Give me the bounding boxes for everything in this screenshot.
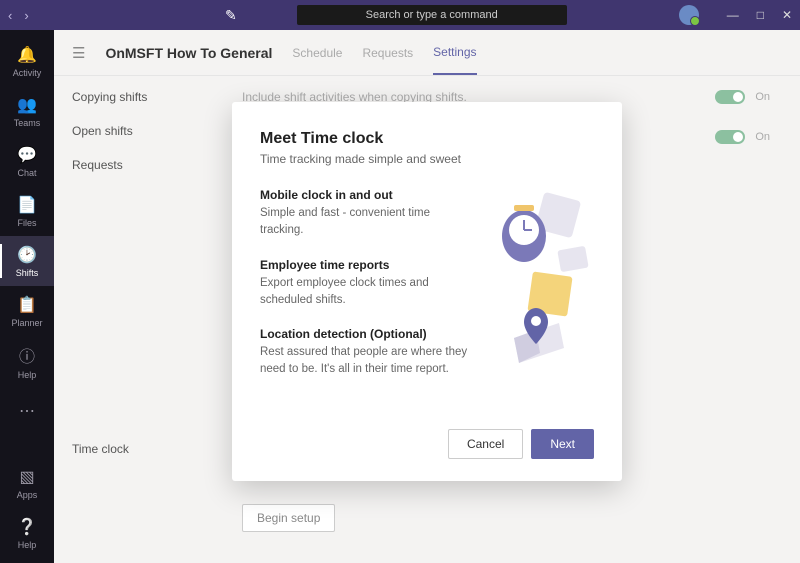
rail-planner[interactable]: 📋 Planner (0, 286, 54, 336)
begin-setup-button[interactable]: Begin setup (242, 504, 335, 532)
rail-help2[interactable]: ❔ Help (0, 513, 54, 563)
rail-label: Activity (13, 68, 42, 78)
toggle-copy-shifts[interactable] (715, 90, 745, 104)
modal-subtitle: Time tracking made simple and sweet (260, 152, 594, 166)
sidenav-open-shifts[interactable]: Open shifts (72, 124, 212, 138)
rail-label: Apps (17, 490, 38, 500)
rail-more[interactable]: ⋯ (0, 386, 54, 436)
rail-chat[interactable]: 💬 Chat (0, 136, 54, 186)
sidenav-requests[interactable]: Requests (72, 158, 212, 172)
rail-shifts[interactable]: 🕑 Shifts (0, 236, 54, 286)
settings-side-nav: Copying shifts Open shifts Requests Time… (54, 90, 212, 563)
next-button[interactable]: Next (531, 429, 594, 459)
tab-schedule[interactable]: Schedule (292, 32, 342, 74)
modal-illustration (484, 188, 594, 358)
planner-icon: 📋 (17, 295, 37, 315)
modal-section-title: Location detection (Optional) (260, 327, 468, 341)
modal-section-body: Export employee clock times and schedule… (260, 275, 468, 310)
modal-section-body: Rest assured that people are where they … (260, 344, 468, 379)
modal-section-body: Simple and fast - convenient time tracki… (260, 205, 468, 240)
modal-title: Meet Time clock (260, 130, 594, 148)
toggle-state: On (755, 131, 770, 143)
rail-files[interactable]: 📄 Files (0, 186, 54, 236)
rail-help[interactable]: ⓘ Help (0, 336, 54, 386)
teams-icon: 👥 (17, 95, 37, 115)
nav-forward-icon[interactable]: › (24, 8, 28, 23)
cancel-button[interactable]: Cancel (448, 429, 523, 459)
shifts-icon: 🕑 (17, 245, 37, 265)
rail-teams[interactable]: 👥 Teams (0, 86, 54, 136)
rail-activity[interactable]: 🔔 Activity (0, 36, 54, 86)
bell-icon: 🔔 (17, 45, 37, 65)
compose-icon[interactable]: ✎ (225, 7, 237, 24)
more-icon: ⋯ (19, 401, 35, 421)
window-minimize-icon[interactable]: — (727, 8, 739, 22)
files-icon: 📄 (17, 195, 37, 215)
rail-label: Chat (17, 168, 36, 178)
help-icon: ⓘ (19, 343, 35, 367)
avatar[interactable] (679, 5, 699, 25)
rail-label: Files (17, 218, 36, 228)
sidenav-copying-shifts[interactable]: Copying shifts (72, 90, 212, 104)
rail-label: Teams (14, 118, 41, 128)
rail-label: Shifts (16, 268, 39, 278)
page-header: ☰ OnMSFT How To General Schedule Request… (54, 30, 800, 76)
rail-apps[interactable]: ▧ Apps (0, 463, 54, 513)
chat-icon: 💬 (17, 145, 37, 165)
rail-label: Help (18, 540, 37, 550)
modal-section-title: Employee time reports (260, 258, 468, 272)
rail-label: Planner (11, 318, 42, 328)
titlebar: ‹ › ✎ Search or type a command — □ ✕ (0, 0, 800, 30)
nav-back-icon[interactable]: ‹ (8, 8, 12, 23)
rail-label: Help (18, 370, 37, 380)
toggle-state: On (755, 91, 770, 103)
app-rail: 🔔 Activity 👥 Teams 💬 Chat 📄 Files 🕑 Shifts 📋 P… (0, 30, 54, 563)
window-maximize-icon[interactable]: □ (757, 8, 764, 22)
tab-requests[interactable]: Requests (362, 32, 413, 74)
modal-section-title: Mobile clock in and out (260, 188, 468, 202)
apps-icon: ▧ (19, 467, 34, 487)
tab-settings[interactable]: Settings (433, 31, 476, 75)
time-clock-modal: Meet Time clock Time tracking made simpl… (232, 102, 622, 481)
page-title: OnMSFT How To General (105, 45, 272, 61)
help2-icon: ❔ (17, 517, 37, 537)
hamburger-icon[interactable]: ☰ (72, 44, 85, 62)
sidenav-time-clock[interactable]: Time clock (72, 442, 212, 456)
search-input[interactable]: Search or type a command (297, 5, 567, 25)
window-close-icon[interactable]: ✕ (782, 8, 792, 22)
toggle-open-shifts[interactable] (715, 130, 745, 144)
